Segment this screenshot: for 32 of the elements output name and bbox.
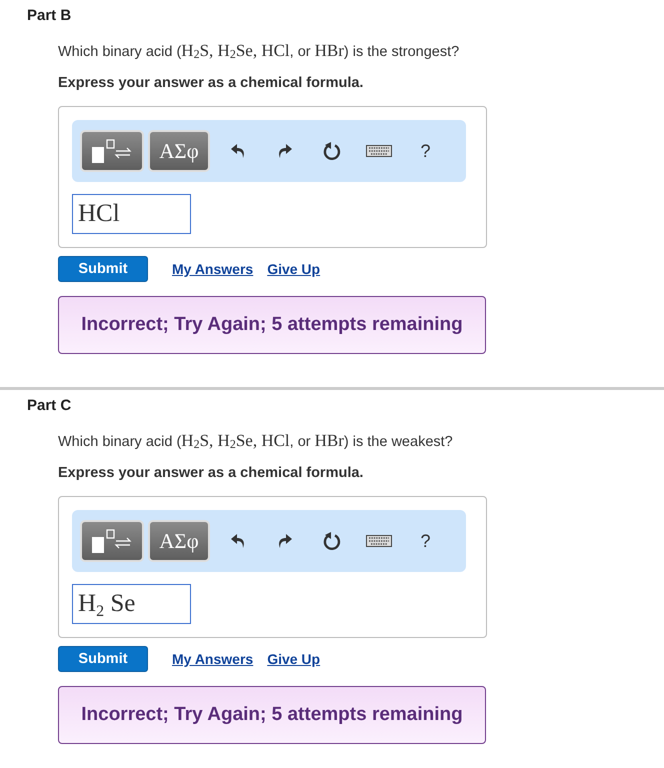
question-text: Which binary acid (H$_{2}$S, H$_{2}$Se, HCl, or HBr) is the weakest? [58,431,454,452]
part-heading: Part C [27,397,72,416]
keyboard-icon [366,535,392,547]
part-heading: Part B [27,7,72,26]
answer-link[interactable]: Give Up [267,651,320,667]
keyboard-icon [366,145,392,157]
feedback-message: Incorrect; Try Again; 5 attempts remaining [58,296,486,354]
answer-link[interactable]: My Answers [172,651,254,667]
submit-button[interactable]: Submit [58,256,148,282]
symbols-button[interactable]: ΑΣφ [148,520,210,562]
refresh-icon [322,531,340,551]
help-button[interactable]: ? [402,520,449,562]
submit-button[interactable]: Submit [58,646,148,672]
template-button[interactable] [80,130,144,172]
redo-icon [278,143,292,159]
undo-icon [230,533,244,549]
template-button[interactable] [80,520,144,562]
undo-icon [230,143,244,159]
answer-field[interactable]: H$_{2}$ Se [72,584,191,624]
symbols-button[interactable]: ΑΣφ [148,130,210,172]
template-icon [90,139,134,163]
help-button[interactable]: ? [402,130,449,172]
redo-icon [278,533,292,549]
template-icon [90,529,134,553]
refresh-icon [322,141,340,161]
instruction-text: Express your answer as a chemical formula. [58,74,364,93]
answer-field[interactable]: HCl [72,194,191,234]
instruction-text: Express your answer as a chemical formula. [58,464,364,483]
question-text: Which binary acid (H$_{2}$S, H$_{2}$Se, HCl, or HBr) is the strongest? [58,41,460,62]
feedback-message: Incorrect; Try Again; 5 attempts remaining [58,686,486,744]
answer-link[interactable]: Give Up [267,261,320,277]
answer-link[interactable]: My Answers [172,261,254,277]
